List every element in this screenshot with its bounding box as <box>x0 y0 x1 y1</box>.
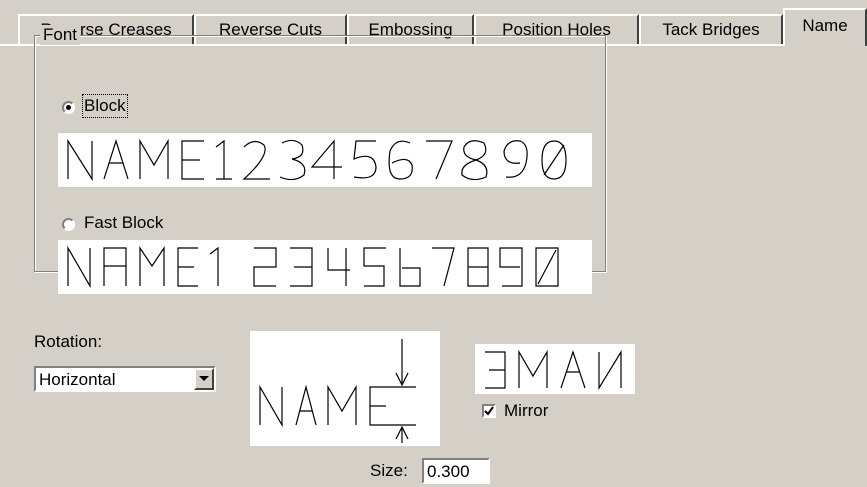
checkmark-icon <box>484 406 494 416</box>
fast-block-radio-label[interactable]: Fast Block <box>84 213 163 233</box>
radio-dot <box>66 105 71 110</box>
rotation-select[interactable]: Horizontal <box>34 366 216 392</box>
size-input[interactable]: 0.300 <box>422 458 490 484</box>
fast-block-radio[interactable] <box>62 218 75 231</box>
tab-label: Name <box>802 16 848 35</box>
mirror-preview <box>475 344 635 394</box>
rotation-label: Rotation: <box>34 332 103 351</box>
block-font-preview <box>58 133 592 187</box>
block-radio[interactable] <box>62 101 75 114</box>
tab-label: Tack Bridges <box>662 20 760 39</box>
size-label: Size: <box>370 461 408 480</box>
size-preview <box>250 331 440 446</box>
mirror-checkbox-label[interactable]: Mirror <box>504 401 548 421</box>
mirror-checkbox[interactable] <box>482 404 496 418</box>
chevron-down-icon[interactable] <box>194 368 214 390</box>
font-group-legend: Font <box>40 25 81 45</box>
tab-name[interactable]: Name <box>783 8 867 46</box>
tab-tack-bridges[interactable]: Tack Bridges <box>639 14 783 44</box>
block-radio-label[interactable]: Block <box>82 94 128 118</box>
fast-block-font-preview <box>58 240 592 294</box>
rotation-selected-value: Horizontal <box>39 370 116 389</box>
